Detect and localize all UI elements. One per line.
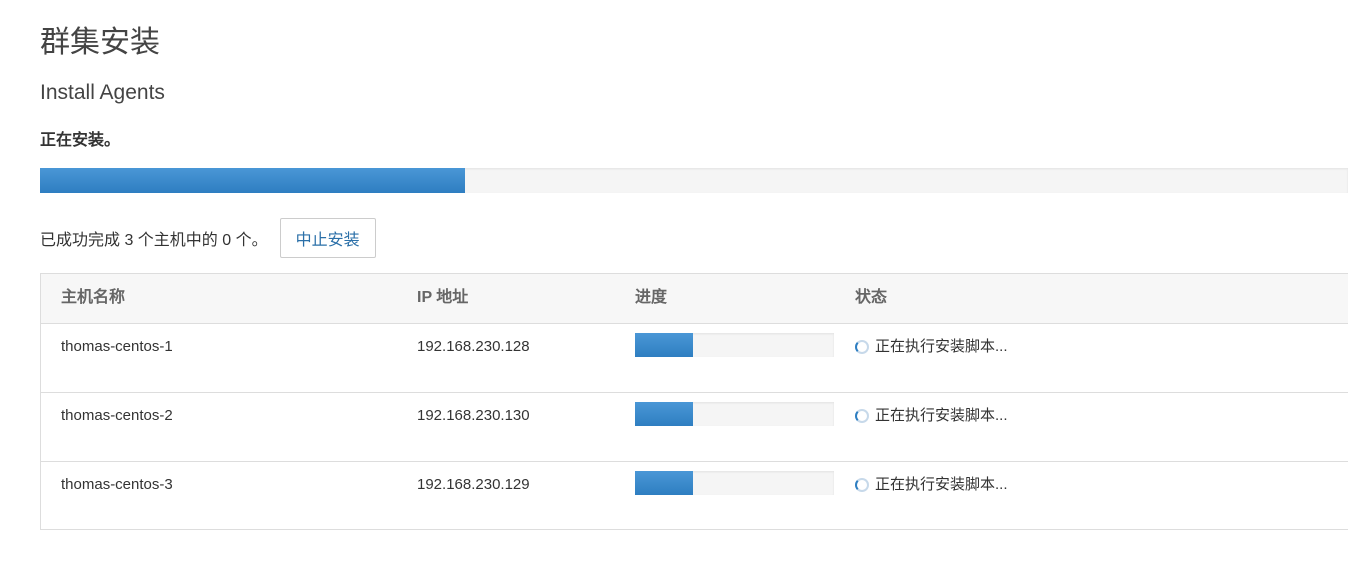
table-header: 主机名称 IP 地址 进度 状态 [41,274,1348,324]
table-row: thomas-centos-1 192.168.230.128 正在执行安装脚本… [41,324,1348,393]
header-progress: 进度 [635,289,668,306]
header-host-name: 主机名称 [61,289,126,306]
overall-progress-bar [40,168,1348,193]
host-progress-fill [635,333,693,357]
spinner-icon [855,340,869,354]
header-ip-address: IP 地址 [417,289,469,306]
overall-progress-fill [40,168,466,193]
status-cell: 正在执行安装脚本... [855,338,1008,356]
ip-address-cell: 192.168.230.130 [417,407,530,424]
host-table: 主机名称 IP 地址 进度 状态 thomas-centos-1 192.168… [40,273,1348,530]
host-progress-fill [635,402,693,426]
host-progress-bar [635,471,834,495]
status-text: 正在执行安装脚本... [875,476,1008,493]
abort-install-button[interactable]: 中止安装 [279,218,376,258]
host-progress-fill [635,471,693,495]
spinner-icon [855,478,869,492]
host-progress-bar [635,333,834,357]
page-title: 群集安装 [40,26,160,59]
host-name-cell: thomas-centos-1 [61,338,173,355]
summary-text: 已成功完成 3 个主机中的 0 个。 [40,232,268,249]
status-cell: 正在执行安装脚本... [855,476,1008,494]
ip-address-cell: 192.168.230.128 [417,338,530,355]
status-cell: 正在执行安装脚本... [855,407,1008,425]
spinner-icon [855,409,869,423]
status-text: 正在执行安装脚本... [875,338,1008,355]
host-name-cell: thomas-centos-3 [61,476,173,493]
install-agents-page: 群集安装 Install Agents 正在安装。 已成功完成 3 个主机中的 … [0,0,1348,574]
table-row: thomas-centos-3 192.168.230.129 正在执行安装脚本… [41,462,1348,530]
ip-address-cell: 192.168.230.129 [417,476,530,493]
host-progress-bar [635,402,834,426]
install-status: 正在安装。 [40,132,121,149]
table-row: thomas-centos-2 192.168.230.130 正在执行安装脚本… [41,393,1348,462]
status-text: 正在执行安装脚本... [875,407,1008,424]
host-name-cell: thomas-centos-2 [61,407,173,424]
page-subtitle: Install Agents [40,81,165,104]
summary-bar: 已成功完成 3 个主机中的 0 个。 中止安装 [40,218,376,258]
header-status: 状态 [855,289,888,306]
